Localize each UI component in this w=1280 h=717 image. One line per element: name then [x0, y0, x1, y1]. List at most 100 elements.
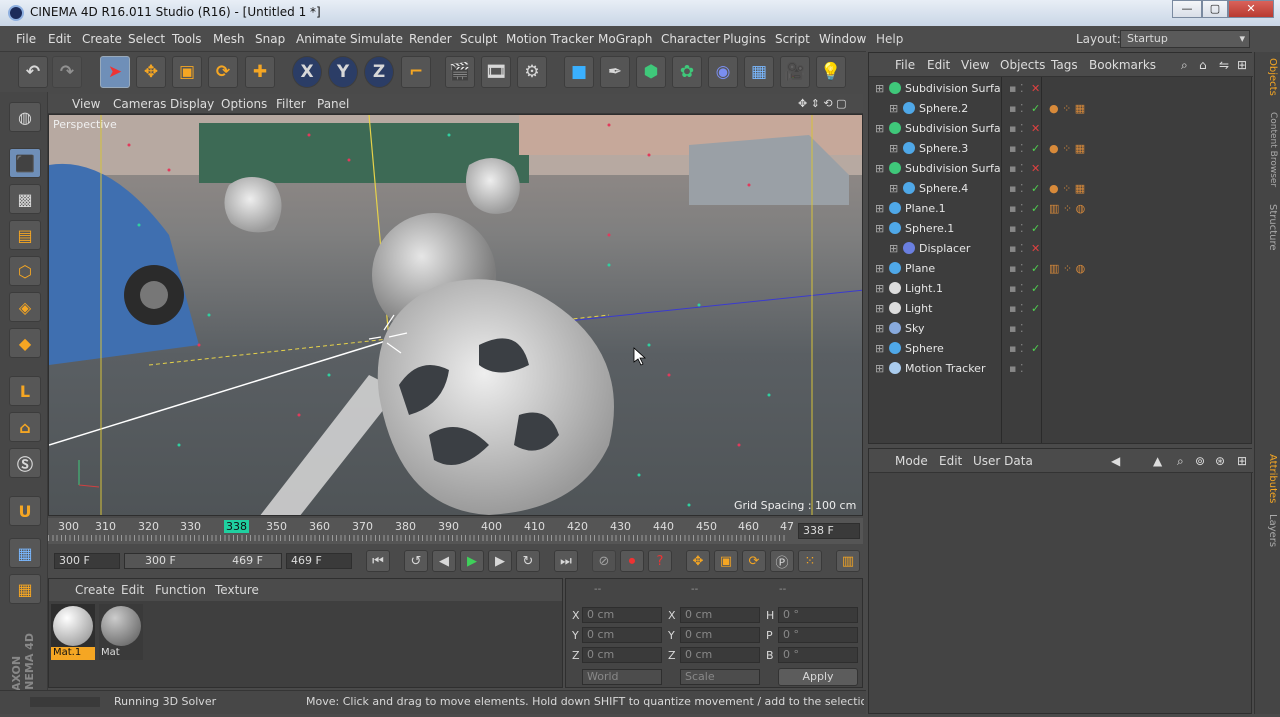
material-swatch-mat[interactable]: Mat: [99, 604, 143, 660]
object-name[interactable]: Motion Tracker: [905, 362, 1001, 375]
object-menu-tags[interactable]: Tags: [1051, 58, 1078, 72]
visibility-toggle-icon[interactable]: ▪ ⁚: [1009, 182, 1023, 195]
menu-simulate[interactable]: Simulate: [350, 32, 403, 46]
position-z-field[interactable]: 0 cm: [582, 647, 662, 663]
object-row[interactable]: ⊞ Sky ▪ ⁚: [869, 319, 1251, 339]
visibility-toggle-icon[interactable]: ▪ ⁚: [1009, 342, 1023, 355]
expand-toggle-icon[interactable]: ⊞: [875, 342, 884, 355]
light-button[interactable]: 💡: [816, 56, 846, 88]
lock-icon[interactable]: ⊚: [1195, 454, 1205, 468]
visibility-toggle-icon[interactable]: ▪ ⁚: [1009, 322, 1023, 335]
tab-content-browser[interactable]: Content Browser: [1258, 112, 1278, 192]
small-rock-right[interactable]: [465, 157, 520, 214]
expand-toggle-icon[interactable]: ⊞: [875, 322, 884, 335]
apply-button[interactable]: Apply: [778, 668, 858, 686]
visibility-toggle-icon[interactable]: ▪ ⁚: [1009, 282, 1023, 295]
record-position-button[interactable]: ✥: [686, 550, 710, 572]
camera-button[interactable]: 🎥: [780, 56, 810, 88]
object-name[interactable]: Subdivision Surfac: [905, 82, 1001, 95]
attribute-menu-user-data[interactable]: User Data: [973, 454, 1033, 468]
expand-toggle-icon[interactable]: ⊞: [875, 282, 884, 295]
timeline-window-button[interactable]: ▥: [836, 550, 860, 572]
visibility-toggle-icon[interactable]: ▪ ⁚: [1009, 82, 1023, 95]
rotation-b-field[interactable]: 0 °: [778, 647, 858, 663]
visibility-toggle-icon[interactable]: ▪ ⁚: [1009, 262, 1023, 275]
enabled-check-icon[interactable]: ✓: [1031, 342, 1040, 355]
object-name[interactable]: Sphere.2: [919, 102, 1001, 115]
menu-snap[interactable]: Snap: [255, 32, 285, 46]
size-z-field[interactable]: 0 cm: [680, 647, 760, 663]
viewport-navigation-icons[interactable]: ✥ ⇕ ⟲ ▢: [798, 97, 847, 110]
object-name[interactable]: Plane.1: [905, 202, 1001, 215]
menu-character[interactable]: Character: [661, 32, 720, 46]
next-key-button[interactable]: ↻: [516, 550, 540, 572]
next-frame-button[interactable]: ▶: [488, 550, 512, 572]
visibility-toggle-icon[interactable]: ▪ ⁚: [1009, 102, 1023, 115]
polygons-mode-button[interactable]: ◆: [9, 328, 41, 358]
object-row[interactable]: ⊞ Sphere.2 ▪ ⁚ ✓ ● ⁘ ▦: [869, 99, 1251, 119]
snap-button[interactable]: Ⓢ: [9, 448, 41, 478]
subdivision-surface-button[interactable]: ⬢: [636, 56, 666, 88]
object-row[interactable]: ⊞ Plane ▪ ⁚ ✓ ▥ ⁘ ◍: [869, 259, 1251, 279]
menu-edit[interactable]: Edit: [48, 32, 71, 46]
deformer-button[interactable]: ◉: [708, 56, 738, 88]
viewport-menu-view[interactable]: View: [72, 97, 100, 111]
enabled-check-icon[interactable]: ✓: [1031, 262, 1040, 275]
visibility-toggle-icon[interactable]: ▪ ⁚: [1009, 362, 1023, 375]
object-name[interactable]: Sphere: [905, 342, 1001, 355]
timeline-playhead[interactable]: 338: [224, 520, 249, 533]
object-row[interactable]: ⊞ Light ▪ ⁚ ✓: [869, 299, 1251, 319]
edges-mode-button[interactable]: ◈: [9, 292, 41, 322]
menu-window[interactable]: Window: [819, 32, 866, 46]
object-name[interactable]: Subdivision Surfac: [905, 162, 1001, 175]
minimize-button[interactable]: —: [1172, 0, 1202, 18]
object-row[interactable]: ⊞ Displacer ▪ ⁚ ✕: [869, 239, 1251, 259]
object-row[interactable]: ⊞ Motion Tracker ▪ ⁚: [869, 359, 1251, 379]
object-name[interactable]: Light.1: [905, 282, 1001, 295]
end-frame-field[interactable]: 469 F: [286, 553, 352, 569]
z-axis-button[interactable]: Z: [364, 56, 394, 88]
position-y-field[interactable]: 0 cm: [582, 627, 662, 643]
locked-workplane-button[interactable]: ▦: [9, 538, 41, 568]
current-frame-field[interactable]: 338 F: [798, 523, 860, 539]
new-panel-icon[interactable]: ⊞: [1237, 454, 1247, 468]
up-arrow-icon[interactable]: ▲: [1153, 454, 1162, 468]
y-axis-button[interactable]: Y: [328, 56, 358, 88]
tag-icons[interactable]: ▥ ⁘ ◍: [1049, 202, 1085, 215]
spline-pen-button[interactable]: ✒: [600, 56, 630, 88]
size-x-field[interactable]: 0 cm: [680, 607, 760, 623]
object-name[interactable]: Displacer: [919, 242, 1001, 255]
tweak-mode-button[interactable]: ⌂: [9, 412, 41, 442]
visibility-toggle-icon[interactable]: ▪ ⁚: [1009, 122, 1023, 135]
tag-icons[interactable]: ● ⁘ ▦: [1049, 142, 1085, 155]
cube-button[interactable]: ■: [564, 56, 594, 88]
menu-script[interactable]: Script: [775, 32, 810, 46]
tab-attributes[interactable]: Attributes: [1258, 454, 1278, 510]
object-row[interactable]: ⊞ Sphere.3 ▪ ⁚ ✓ ● ⁘ ▦: [869, 139, 1251, 159]
enabled-check-icon[interactable]: ✓: [1031, 182, 1040, 195]
points-mode-button[interactable]: ⬡: [9, 256, 41, 286]
disabled-x-icon[interactable]: ✕: [1031, 122, 1040, 135]
perspective-viewport[interactable]: Perspective Grid Spacing : 100 cm: [48, 114, 863, 516]
object-menu-objects[interactable]: Objects: [1000, 58, 1045, 72]
object-row[interactable]: ⊞ Sphere.1 ▪ ⁚ ✓: [869, 219, 1251, 239]
play-button[interactable]: ▶: [460, 550, 484, 572]
disabled-x-icon[interactable]: ✕: [1031, 242, 1040, 255]
attribute-menu-edit[interactable]: Edit: [939, 454, 962, 468]
menu-sculpt[interactable]: Sculpt: [460, 32, 497, 46]
menu-mograph[interactable]: MoGraph: [598, 32, 653, 46]
material-menu-function[interactable]: Function: [155, 583, 206, 597]
axis-mode-button[interactable]: L: [9, 376, 41, 406]
record-keys-button[interactable]: ⊘: [592, 550, 616, 572]
enabled-check-icon[interactable]: ✓: [1031, 302, 1040, 315]
visibility-toggle-icon[interactable]: ▪ ⁚: [1009, 202, 1023, 215]
render-settings-button[interactable]: ⚙: [517, 56, 547, 88]
object-menu-edit[interactable]: Edit: [927, 58, 950, 72]
link-icon[interactable]: ⇋: [1219, 58, 1229, 72]
recent-tool-button[interactable]: ✚: [245, 56, 275, 88]
size-y-field[interactable]: 0 cm: [680, 627, 760, 643]
home-icon[interactable]: ⌂: [1199, 58, 1207, 72]
material-menu-create[interactable]: Create: [75, 583, 115, 597]
expand-toggle-icon[interactable]: ⊞: [889, 142, 898, 155]
material-menu-texture[interactable]: Texture: [215, 583, 259, 597]
